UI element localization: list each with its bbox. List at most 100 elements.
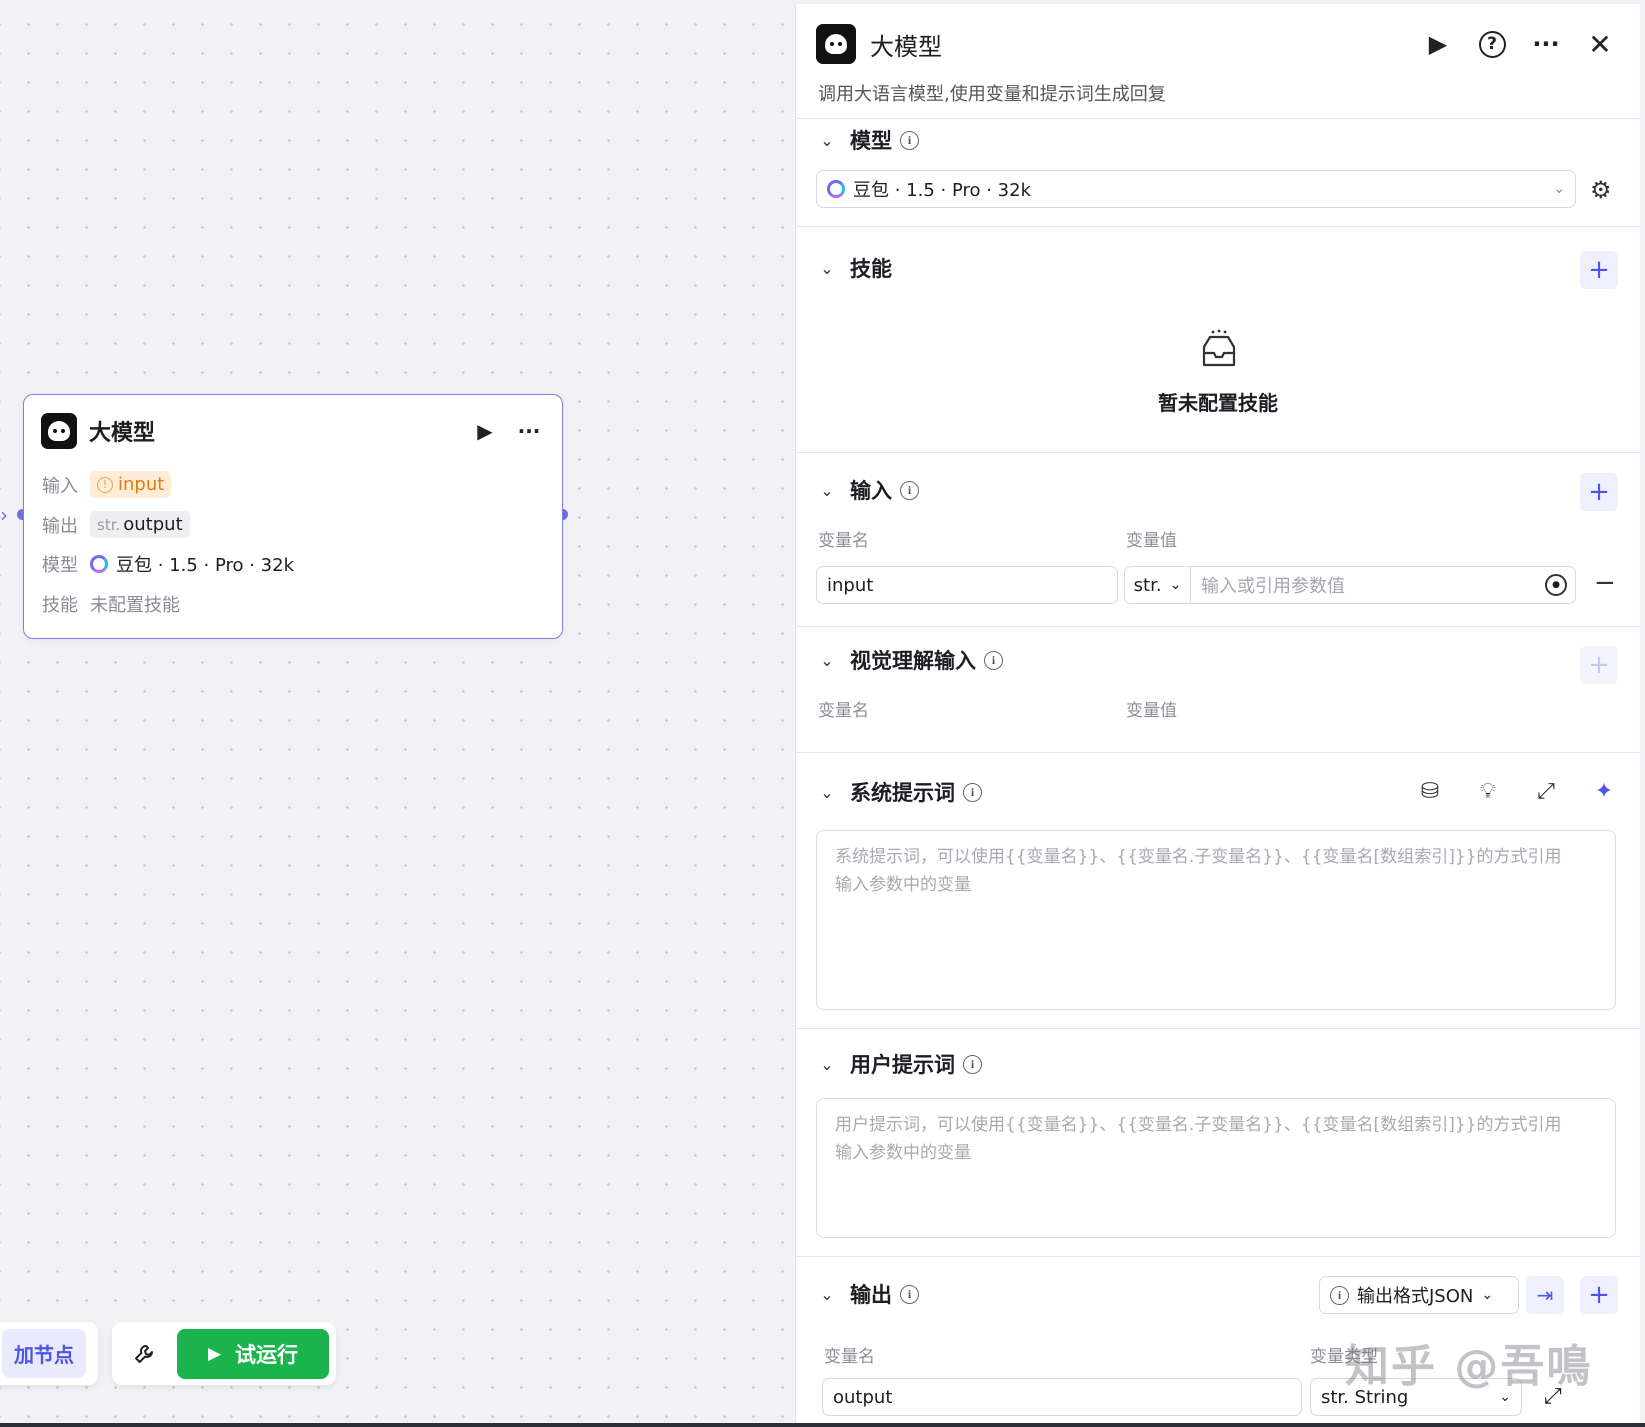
model-section-title: 模型 bbox=[850, 129, 892, 153]
panel-llm-logo-icon bbox=[816, 24, 856, 64]
expand-icon[interactable]: ⤢ bbox=[1532, 779, 1560, 804]
user-prompt-title: 用户提示词 bbox=[850, 1053, 955, 1077]
node-input-label: 输入 bbox=[42, 475, 78, 497]
close-icon[interactable]: ✕ bbox=[1584, 28, 1616, 61]
add-vision-input-button[interactable]: + bbox=[1580, 646, 1618, 684]
chevron-down-icon: ⌄ bbox=[1553, 181, 1565, 197]
node-output-value: output bbox=[123, 514, 183, 535]
panel-description: 调用大语言模型,使用变量和提示词生成回复 bbox=[818, 84, 1166, 105]
chevron-down-icon: ⌄ bbox=[1481, 1287, 1494, 1303]
input-col-value: 变量值 bbox=[1126, 531, 1177, 551]
system-prompt-textarea[interactable]: 系统提示词，可以使用{{变量名}}、{{变量名.子变量名}}、{{变量名[数组索… bbox=[816, 830, 1616, 1010]
test-run-button[interactable]: ▶ 试运行 bbox=[177, 1328, 329, 1379]
add-node-button[interactable]: 加节点 bbox=[2, 1329, 86, 1378]
node-output-label: 输出 bbox=[42, 515, 78, 537]
info-icon[interactable]: i bbox=[984, 650, 1003, 670]
node-input-value: input bbox=[118, 474, 165, 495]
watermark: 知乎 @吾鳴 bbox=[1345, 1341, 1593, 1392]
import-output-icon[interactable]: ⇥ bbox=[1526, 1276, 1564, 1314]
node-output-type: str. bbox=[97, 516, 121, 534]
input-col-name: 变量名 bbox=[818, 531, 869, 551]
run-node-play-icon[interactable]: ▶ bbox=[469, 415, 501, 447]
info-icon[interactable]: i bbox=[963, 1054, 982, 1074]
add-skill-button[interactable]: + bbox=[1580, 251, 1618, 289]
add-node-bar: 加节点 bbox=[0, 1322, 98, 1385]
vision-section-title: 视觉理解输入 bbox=[850, 649, 976, 673]
bottom-strip bbox=[0, 1423, 1645, 1427]
user-prompt-placeholder: 用户提示词，可以使用{{变量名}}、{{变量名.子变量名}}、{{变量名[数组索… bbox=[835, 1115, 1562, 1135]
chevron-down-icon: ⌄ bbox=[1169, 577, 1182, 593]
chevron-down-icon[interactable]: ⌄ bbox=[818, 1055, 836, 1074]
model-select-value: 豆包 · 1.5 · Pro · 32k bbox=[853, 180, 1032, 201]
input-type-select[interactable]: str. ⌄ bbox=[1125, 567, 1191, 603]
output-col-name: 变量名 bbox=[824, 1347, 875, 1367]
output-format-select[interactable]: i 输出格式JSON ⌄ bbox=[1319, 1276, 1519, 1314]
play-icon: ▶ bbox=[207, 1343, 222, 1364]
llm-node-card[interactable]: 大模型 ▶ ··· 输入 ! input 输出 str. output 模型 豆… bbox=[23, 394, 563, 639]
prompt-library-icon[interactable]: ⛁ bbox=[1416, 779, 1444, 804]
workflow-canvas[interactable]: › 大模型 ▶ ··· 输入 ! input 输出 str. output 模型 bbox=[0, 0, 795, 1427]
input-name-value: input bbox=[827, 574, 874, 596]
model-select[interactable]: 豆包 · 1.5 · Pro · 32k ⌄ bbox=[816, 170, 1576, 208]
remove-input-minus-icon[interactable]: − bbox=[1594, 568, 1616, 598]
panel-more-icon[interactable]: ··· bbox=[1530, 28, 1562, 60]
add-output-button[interactable]: + bbox=[1580, 1276, 1618, 1314]
node-output-tag: str. output bbox=[90, 511, 190, 538]
doubao-logo-icon bbox=[827, 180, 845, 198]
lightbulb-icon[interactable]: 💡︎ bbox=[1474, 779, 1502, 804]
output-section-title: 输出 bbox=[850, 1283, 892, 1307]
warning-icon: ! bbox=[97, 476, 113, 493]
reference-variable-icon[interactable]: ● bbox=[1545, 574, 1567, 596]
system-prompt-placeholder-2: 输入参数中的变量 bbox=[835, 875, 971, 895]
help-icon[interactable]: ? bbox=[1476, 28, 1508, 60]
chevron-down-icon[interactable]: ⌄ bbox=[818, 783, 836, 802]
ai-sparkle-icon[interactable]: ✦ bbox=[1590, 779, 1618, 804]
input-name-field[interactable]: input bbox=[816, 566, 1118, 604]
input-section-title: 输入 bbox=[850, 479, 892, 503]
input-value-field[interactable]: str. ⌄ 输入或引用参数值 ● bbox=[1124, 566, 1576, 604]
info-icon[interactable]: i bbox=[900, 1284, 919, 1304]
user-prompt-header[interactable]: ⌄ 用户提示词 i bbox=[818, 1048, 1616, 1080]
output-format-value: 输出格式JSON bbox=[1357, 1286, 1474, 1307]
chevron-down-icon[interactable]: ⌄ bbox=[818, 481, 836, 500]
info-icon[interactable]: i bbox=[963, 782, 982, 802]
wrench-icon[interactable] bbox=[119, 1329, 169, 1379]
edge-arrow-icon: › bbox=[0, 503, 8, 527]
empty-box-icon bbox=[1202, 329, 1236, 367]
vision-col-value: 变量值 bbox=[1126, 701, 1177, 721]
node-skill-value: 未配置技能 bbox=[90, 595, 180, 616]
input-value-placeholder: 输入或引用参数值 bbox=[1201, 576, 1345, 597]
node-input-tag: ! input bbox=[90, 471, 172, 498]
chevron-down-icon[interactable]: ⌄ bbox=[818, 651, 836, 670]
node-more-icon[interactable]: ··· bbox=[513, 415, 545, 447]
user-prompt-placeholder-2: 输入参数中的变量 bbox=[835, 1143, 971, 1163]
chevron-down-icon[interactable]: ⌄ bbox=[818, 1285, 836, 1304]
panel-run-play-icon[interactable]: ▶ bbox=[1422, 28, 1454, 60]
model-settings-gear-icon[interactable]: ⚙ bbox=[1590, 176, 1612, 204]
doubao-logo-icon bbox=[90, 555, 108, 573]
llm-logo-icon bbox=[41, 413, 77, 449]
model-section-header[interactable]: ⌄ 模型 i bbox=[818, 124, 1616, 156]
node-config-panel: 大模型 ▶ ? ··· ✕ 调用大语言模型,使用变量和提示词生成回复 ⌄ 模型 … bbox=[795, 4, 1640, 1427]
test-run-label: 试运行 bbox=[235, 1342, 299, 1367]
panel-title: 大模型 bbox=[870, 32, 942, 61]
user-prompt-textarea[interactable]: 用户提示词，可以使用{{变量名}}、{{变量名.子变量名}}、{{变量名[数组索… bbox=[816, 1098, 1616, 1238]
info-icon[interactable]: i bbox=[900, 130, 919, 150]
run-bar: ▶ 试运行 bbox=[112, 1322, 336, 1385]
skill-section-title: 技能 bbox=[850, 257, 892, 281]
node-model-label: 模型 bbox=[42, 555, 78, 576]
chevron-down-icon[interactable]: ⌄ bbox=[818, 131, 836, 150]
skill-section-header[interactable]: ⌄ 技能 bbox=[818, 252, 1616, 284]
input-section-header[interactable]: ⌄ 输入 i bbox=[818, 474, 1616, 506]
add-input-button[interactable]: + bbox=[1580, 473, 1618, 511]
vision-section-header[interactable]: ⌄ 视觉理解输入 i bbox=[818, 644, 1616, 676]
node-title: 大模型 bbox=[89, 421, 156, 446]
info-icon[interactable]: i bbox=[900, 480, 919, 500]
vision-col-name: 变量名 bbox=[818, 701, 869, 721]
input-type-value: str. bbox=[1133, 574, 1162, 596]
output-name-value: output bbox=[833, 1386, 893, 1408]
skill-empty-text: 暂未配置技能 bbox=[1158, 391, 1278, 415]
system-prompt-title: 系统提示词 bbox=[850, 781, 955, 805]
output-name-field[interactable]: output bbox=[822, 1378, 1302, 1416]
chevron-down-icon[interactable]: ⌄ bbox=[818, 259, 836, 278]
